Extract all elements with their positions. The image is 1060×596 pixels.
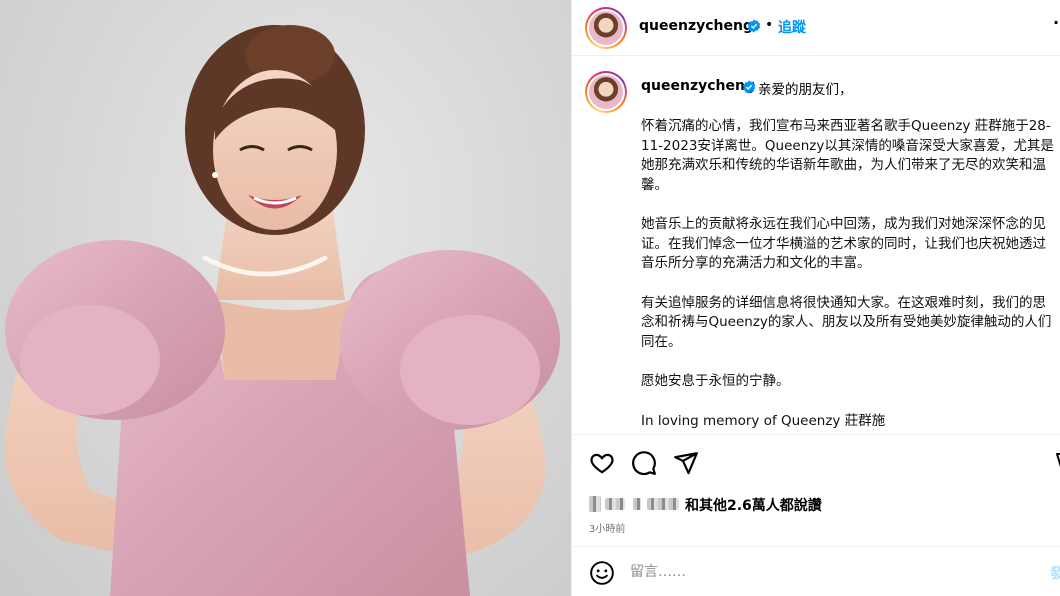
follow-button[interactable]: 追蹤 — [778, 17, 806, 37]
post-comment-button[interactable]: 發 — [1050, 563, 1060, 583]
comment-bubble-icon[interactable] — [631, 450, 657, 476]
comment-bar: 發 — [572, 546, 1060, 596]
post-photo — [0, 0, 571, 596]
smiley-icon[interactable] — [589, 560, 615, 586]
header-username[interactable]: queenzycheng — [639, 18, 753, 34]
comment-input[interactable] — [630, 561, 1030, 583]
caption-paragraph: In loving memory of Queenzy 莊群施 — [641, 412, 886, 429]
separator-dot: • — [765, 17, 774, 33]
liker-name-blurred — [605, 498, 625, 510]
caption-paragraph: 愿她安息于永恒的宁静。 — [641, 373, 790, 389]
verified-badge-icon — [742, 80, 756, 94]
portrait-illustration — [4, 25, 560, 596]
action-bar: 和其他2.6萬人都說讚 3小時前 — [572, 436, 1060, 546]
caption-paragraph: 怀着沉痛的心情，我们宣布马来西亚著名歌手Queenzy 莊群施于28-11-20… — [641, 118, 1054, 193]
heart-icon[interactable] — [589, 450, 615, 476]
likes-summary[interactable]: 和其他2.6萬人都說讚 — [589, 494, 1049, 514]
liker-name-blurred — [647, 498, 679, 510]
liker-name-blurred — [633, 498, 641, 510]
post-side-panel: queenzycheng • 追蹤 ··· queenzycheng 亲爱的朋友… — [571, 0, 1060, 596]
caption-avatar[interactable] — [585, 71, 627, 113]
paper-plane-icon[interactable] — [673, 450, 699, 476]
caption-username[interactable]: queenzycheng — [641, 78, 755, 94]
post-header: queenzycheng • 追蹤 ··· — [572, 0, 1060, 56]
caption-body: 怀着沉痛的心情，我们宣布马来西亚著名歌手Queenzy 莊群施于28-11-20… — [641, 117, 1055, 434]
caption-paragraph: 有关追悼服务的详细信息将很快通知大家。在这艰难时刻，我们的思念和祈祷与Queen… — [641, 294, 1052, 350]
more-options-icon[interactable]: ··· — [1053, 13, 1060, 32]
profile-avatar[interactable] — [585, 7, 627, 49]
post-timestamp[interactable]: 3小時前 — [589, 520, 625, 535]
bookmark-icon[interactable] — [1055, 450, 1060, 476]
caption-paragraph: 她音乐上的贡献将永远在我们心中回荡，成为我们对她深深怀念的见证。在我们悼念一位才… — [641, 216, 1046, 271]
caption-greeting: 亲爱的朋友们， — [758, 82, 853, 98]
caption-section: queenzycheng 亲爱的朋友们， 怀着沉痛的心情，我们宣布马来西亚著名歌… — [572, 57, 1060, 435]
liker-avatar-blurred — [589, 496, 601, 512]
likes-count-text[interactable]: 和其他2.6萬人都說讚 — [685, 495, 822, 515]
verified-badge-icon — [747, 19, 761, 33]
